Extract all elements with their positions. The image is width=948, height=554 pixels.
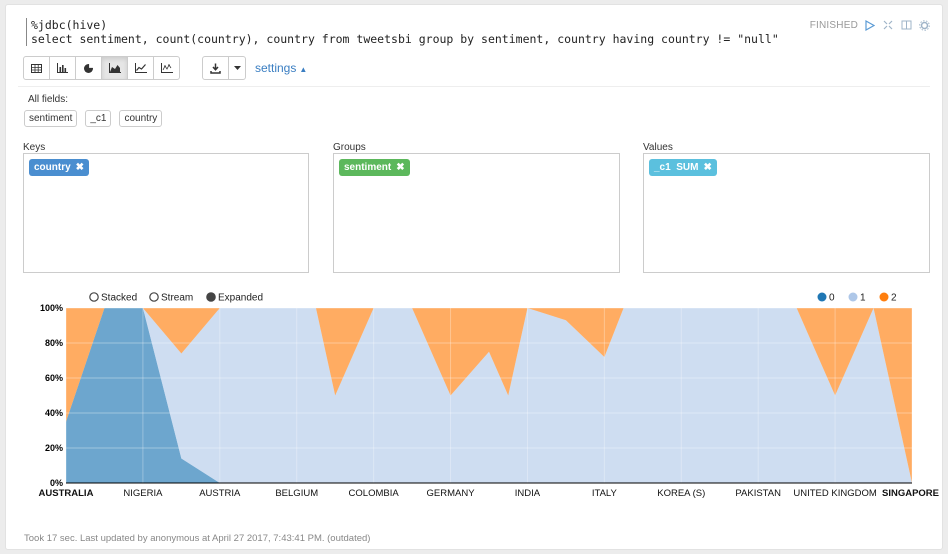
legend-label: 0 bbox=[829, 293, 835, 304]
all-fields-label: All fields: bbox=[28, 94, 69, 105]
caret-up-icon: ▲ bbox=[299, 65, 308, 74]
remove-icon[interactable]: ✖ bbox=[703, 162, 711, 173]
y-tick-label: 60% bbox=[45, 373, 63, 383]
field-c1[interactable]: _c1 bbox=[85, 110, 112, 127]
groups-pill-label: sentiment bbox=[344, 162, 392, 173]
divider bbox=[18, 86, 930, 87]
run-icon[interactable] bbox=[864, 19, 876, 31]
legend-swatch bbox=[879, 292, 889, 302]
field-country[interactable]: country bbox=[119, 110, 163, 127]
legend-label: 1 bbox=[860, 293, 866, 304]
keys-dropzone[interactable]: country ✖ bbox=[23, 153, 309, 273]
chart-mode-label: Stacked bbox=[101, 293, 137, 304]
gear-icon[interactable] bbox=[918, 19, 930, 31]
values-pill[interactable]: _c1 SUM ✖ bbox=[649, 159, 717, 176]
values-pill-label: _c1 SUM bbox=[654, 162, 699, 173]
download-dropdown-button[interactable] bbox=[228, 56, 246, 80]
area-chart: 0% 20% 40% 60% 80% 100% AUSTRALIA NIGERIA AUSTRI… bbox=[39, 292, 939, 499]
area-chart-button[interactable] bbox=[101, 56, 128, 80]
bar-chart-button[interactable] bbox=[49, 56, 76, 80]
settings-toggle[interactable]: settings ▲ bbox=[255, 61, 307, 75]
pie-chart-button[interactable] bbox=[75, 56, 102, 80]
book-icon[interactable] bbox=[900, 19, 912, 31]
settings-label: settings bbox=[255, 61, 297, 75]
chart-mode-expanded[interactable]: Expanded bbox=[206, 292, 263, 304]
legend-swatch bbox=[817, 292, 827, 302]
values-label: Values bbox=[643, 142, 673, 153]
groups-pill[interactable]: sentiment ✖ bbox=[339, 159, 410, 176]
keys-label: Keys bbox=[23, 142, 46, 153]
x-tick-label: NIGERIA bbox=[123, 488, 163, 499]
x-tick-label: SINGAPORE bbox=[882, 488, 939, 499]
x-tick-label: BELGIUM bbox=[275, 488, 318, 499]
chart-mode-label: Expanded bbox=[218, 293, 263, 304]
x-tick-label: AUSTRALIA bbox=[39, 488, 94, 499]
code-editor[interactable]: %jdbc(hive) select sentiment, count(coun… bbox=[26, 18, 779, 46]
area-chart-icon bbox=[108, 63, 121, 73]
x-tick-label: PAKISTAN bbox=[735, 488, 781, 499]
keys-pill[interactable]: country ✖ bbox=[29, 159, 90, 176]
legend-swatch bbox=[848, 292, 858, 302]
notebook-paragraph: %jdbc(hive) select sentiment, count(coun… bbox=[5, 4, 943, 550]
chart-mode-stream[interactable]: Stream bbox=[149, 292, 193, 304]
scatter-chart-icon bbox=[160, 63, 173, 73]
y-tick-label: 0% bbox=[50, 478, 63, 488]
y-tick-label: 20% bbox=[45, 443, 63, 453]
y-tick-label: 40% bbox=[45, 408, 63, 418]
scatter-chart-button[interactable] bbox=[153, 56, 180, 80]
visualization-toolbar bbox=[23, 56, 180, 80]
groups-label: Groups bbox=[333, 142, 366, 153]
line-chart-button[interactable] bbox=[127, 56, 154, 80]
radio-icon bbox=[149, 292, 159, 302]
table-icon bbox=[31, 63, 42, 73]
chart-mode-stacked[interactable]: Stacked bbox=[89, 292, 137, 304]
field-sentiment[interactable]: sentiment bbox=[24, 110, 78, 127]
remove-icon[interactable]: ✖ bbox=[76, 162, 84, 173]
x-tick-label: ITALY bbox=[592, 488, 618, 499]
x-tick-label: COLOMBIA bbox=[349, 488, 400, 499]
download-button[interactable] bbox=[202, 56, 229, 80]
legend-label: 2 bbox=[891, 293, 897, 304]
pie-chart-icon bbox=[84, 62, 94, 73]
keys-pill-label: country bbox=[34, 162, 71, 173]
radio-icon bbox=[89, 292, 99, 302]
legend-item-1[interactable]: 1 bbox=[848, 292, 867, 304]
values-dropzone[interactable]: _c1 SUM ✖ bbox=[643, 153, 930, 273]
download-group bbox=[202, 56, 246, 80]
x-tick-label: AUSTRIA bbox=[199, 488, 241, 499]
line-chart-icon bbox=[134, 63, 147, 73]
expand-icon[interactable] bbox=[882, 19, 894, 31]
legend-item-0[interactable]: 0 bbox=[817, 292, 836, 304]
y-tick-label: 100% bbox=[40, 303, 63, 313]
radio-icon bbox=[206, 292, 216, 302]
code-line-2: select sentiment, count(country), countr… bbox=[31, 32, 779, 46]
bar-chart-icon bbox=[57, 63, 68, 73]
caret-down-icon bbox=[233, 66, 241, 70]
groups-dropzone[interactable]: sentiment ✖ bbox=[333, 153, 620, 273]
table-view-button[interactable] bbox=[23, 56, 50, 80]
all-fields-list: sentiment _c1 country bbox=[24, 110, 163, 127]
x-tick-label: INDIA bbox=[515, 488, 541, 499]
remove-icon[interactable]: ✖ bbox=[396, 162, 404, 173]
paragraph-footer: Took 17 sec. Last updated by anonymous a… bbox=[24, 533, 371, 544]
x-tick-label: GERMANY bbox=[427, 488, 476, 499]
code-line-1: %jdbc(hive) bbox=[31, 18, 108, 32]
chart-mode-label: Stream bbox=[161, 293, 193, 304]
legend-item-2[interactable]: 2 bbox=[879, 292, 898, 304]
y-tick-label: 80% bbox=[45, 338, 63, 348]
paragraph-controls: FINISHED bbox=[810, 19, 930, 31]
download-icon bbox=[210, 63, 221, 74]
x-tick-label: KOREA (S) bbox=[657, 488, 705, 499]
status-label: FINISHED bbox=[809, 19, 858, 31]
x-tick-label: UNITED KINGDOM bbox=[793, 488, 876, 499]
